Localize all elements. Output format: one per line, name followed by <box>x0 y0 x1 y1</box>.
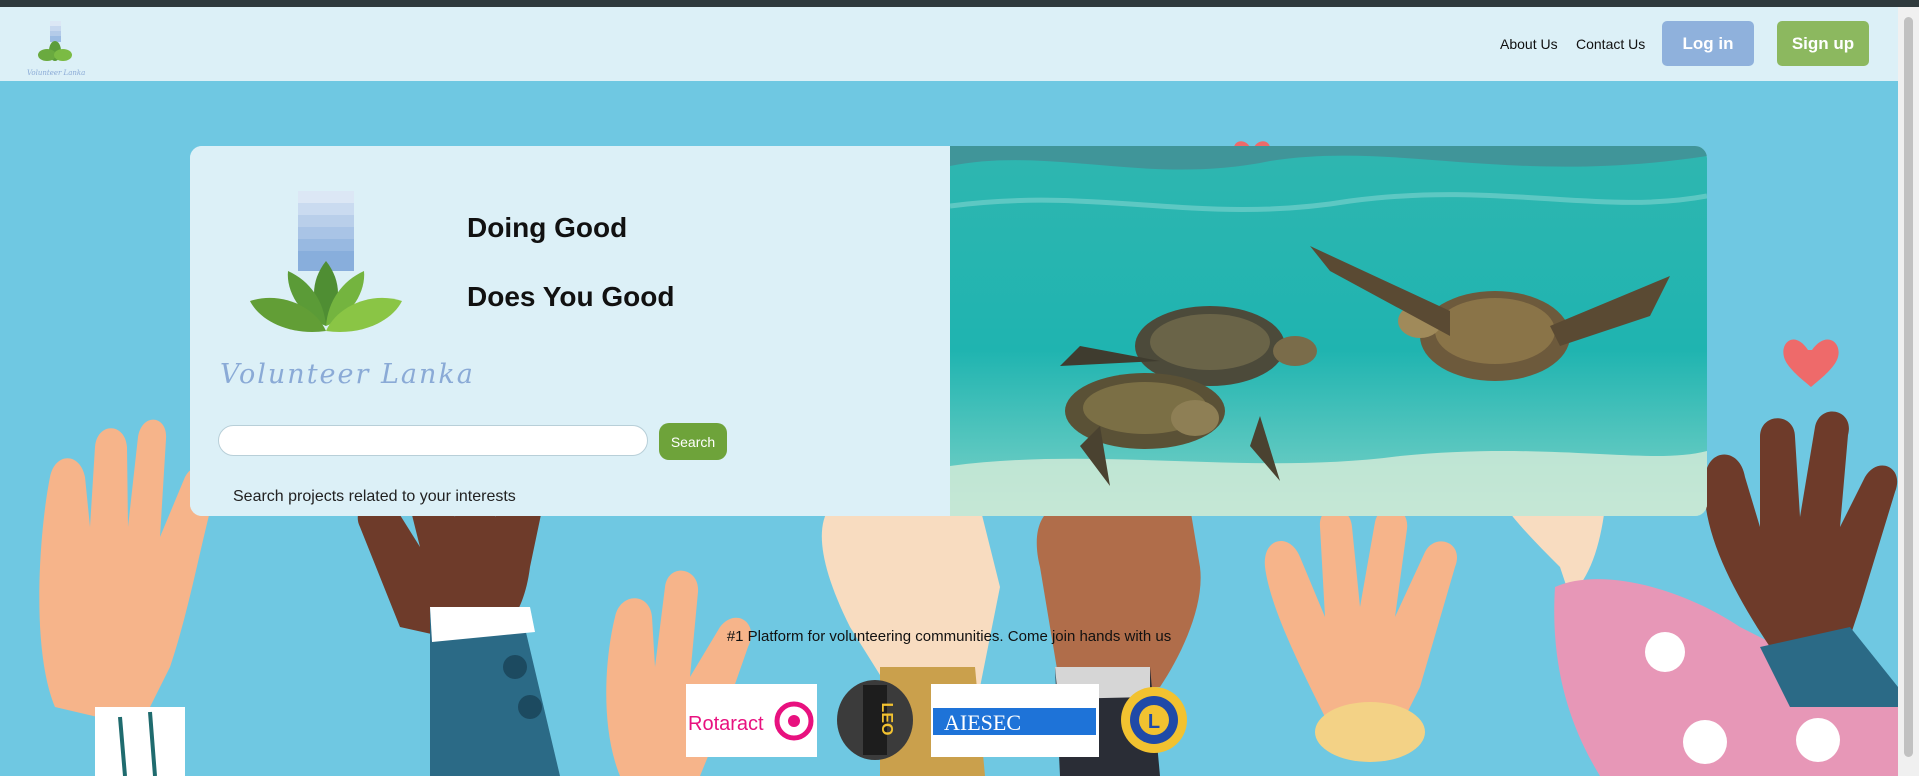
sea-turtles-hero-image <box>950 146 1707 516</box>
search-hint-text: Search projects related to your interest… <box>233 488 516 505</box>
hero-headline-1: Doing Good <box>467 212 628 243</box>
top-navbar: Volunteer Lanka About Us Contact Us Log … <box>0 7 1898 81</box>
signup-button[interactable]: Sign up <box>1777 21 1869 66</box>
project-search-input[interactable] <box>218 425 648 456</box>
nav-contact-us-link[interactable]: Contact Us <box>1576 36 1645 52</box>
logo-wordmark: Volunteer Lanka <box>27 69 85 77</box>
browser-top-edge <box>0 0 1919 7</box>
partners-tagline: #1 Platform for volunteering communities… <box>726 628 1172 645</box>
hero-headline-2: Does You Good <box>467 281 675 312</box>
page: Volunteer Lanka About Us Contact Us Log … <box>0 7 1898 776</box>
login-button[interactable]: Log in <box>1662 21 1754 66</box>
scrollbar-thumb[interactable] <box>1904 17 1913 757</box>
hero-left-panel: Volunteer Lanka Doing Good Does You Good… <box>190 146 950 516</box>
vertical-scrollbar[interactable] <box>1898 7 1919 776</box>
volunteer-lanka-logo[interactable]: Volunteer Lanka <box>26 17 96 79</box>
hero-card: Volunteer Lanka Doing Good Does You Good… <box>190 146 1707 516</box>
nav-about-us-link[interactable]: About Us <box>1500 36 1558 52</box>
search-button[interactable]: Search <box>659 423 727 460</box>
hero-brand-name: Volunteer Lanka <box>220 359 475 390</box>
